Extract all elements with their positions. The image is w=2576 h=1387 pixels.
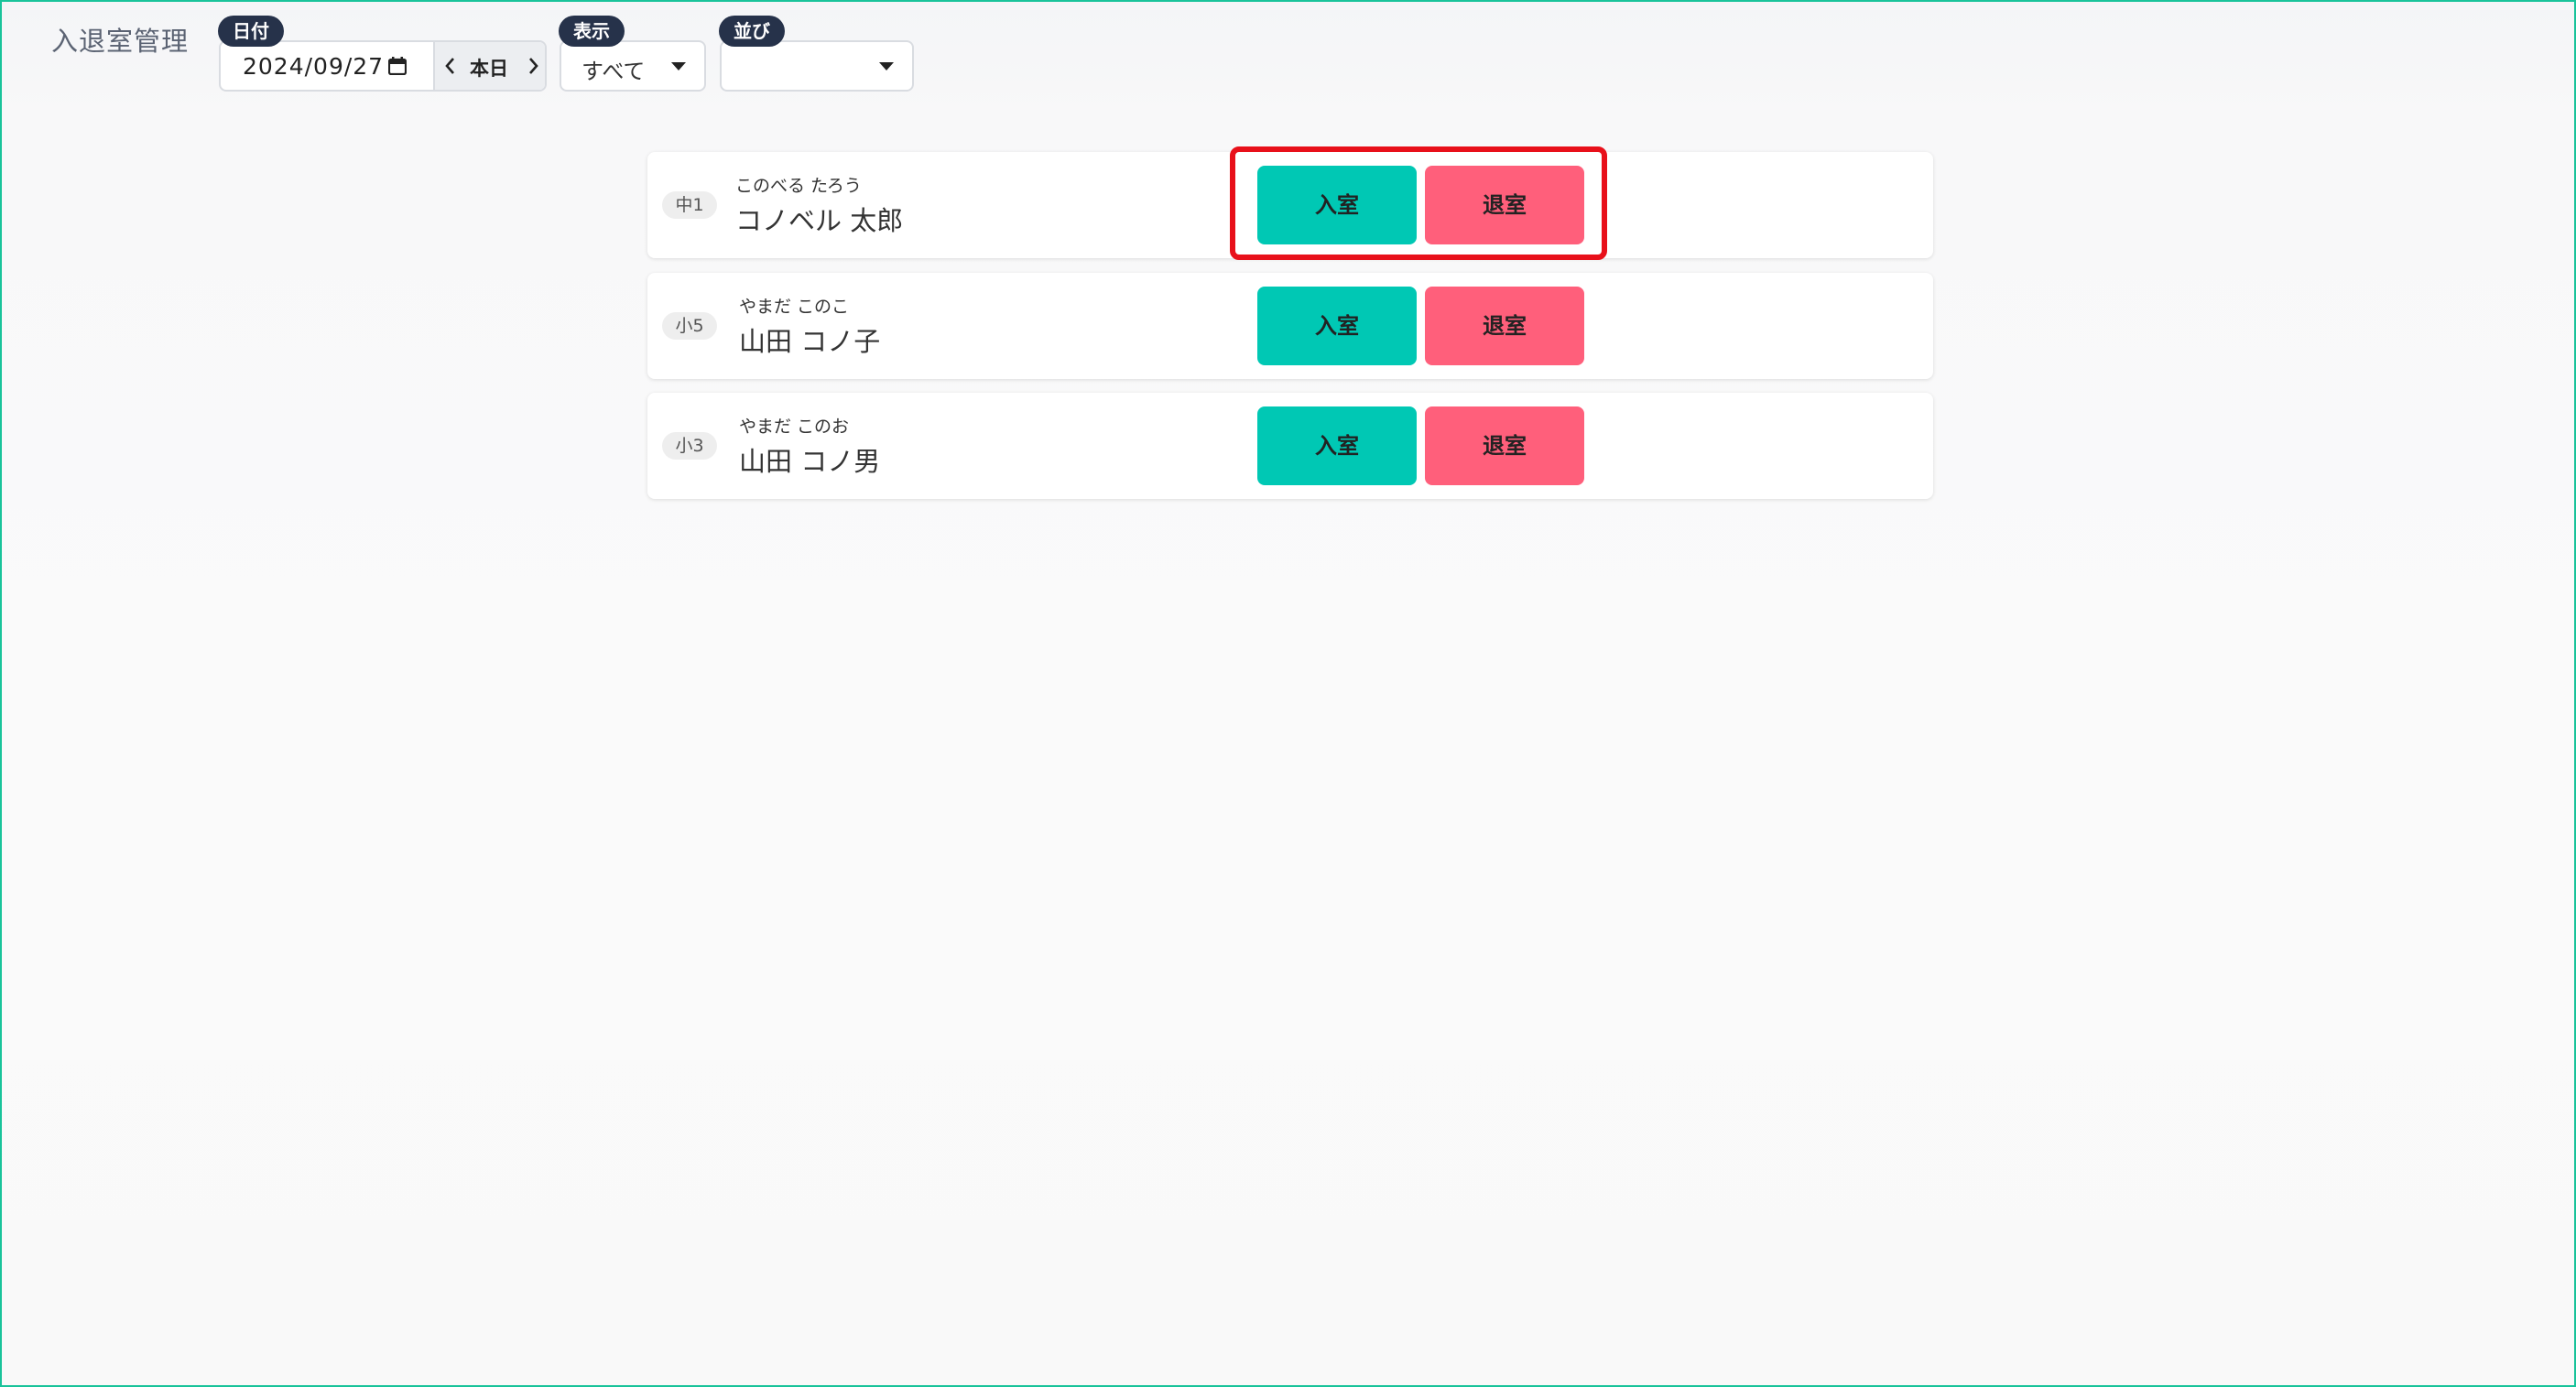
grade-badge: 小5 [662,312,717,340]
caret-down-icon [879,62,894,70]
today-navigator: 本日 [433,42,545,90]
student-name: コノベル 太郎 [735,205,904,236]
exit-button[interactable]: 退室 [1425,166,1584,244]
sort-filter-label: 並び [719,16,785,47]
page-title: 入退室管理 [51,26,190,57]
calendar-icon[interactable] [387,57,408,76]
chevron-right-icon[interactable] [523,54,543,78]
student-card: 中1 このべる たろう コノベル 太郎 入室 退室 [647,152,1933,258]
caret-down-icon [671,62,686,70]
grade-badge: 中1 [662,191,717,219]
student-card: 小3 やまだ このお 山田 コノ男 入室 退室 [647,393,1933,499]
enter-button[interactable]: 入室 [1257,287,1417,365]
date-input[interactable]: 2024/09/27 [243,53,384,80]
today-button[interactable]: 本日 [470,54,508,81]
enter-button[interactable]: 入室 [1257,406,1417,485]
app-frame: 入退室管理 日付 2024/09/27 本日 表示 すべて 並び 中1 このべる… [0,0,2576,1387]
student-card: 小5 やまだ このこ 山田 コノ子 入室 退室 [647,273,1933,379]
grade-badge: 小3 [662,432,717,460]
date-filter-label: 日付 [218,16,284,47]
date-filter: 2024/09/27 本日 [219,40,547,92]
student-name: 山田 コノ子 [739,326,881,357]
exit-button[interactable]: 退室 [1425,287,1584,365]
student-name: 山田 コノ男 [739,446,881,477]
student-kana: このべる たろう [735,176,862,196]
show-select-value: すべて [582,59,646,84]
exit-button[interactable]: 退室 [1425,406,1584,485]
show-select[interactable]: すべて [560,40,706,92]
sort-select[interactable] [720,40,914,92]
enter-button[interactable]: 入室 [1257,166,1417,244]
student-kana: やまだ このこ [739,297,850,317]
chevron-left-icon[interactable] [440,54,461,78]
student-kana: やまだ このお [739,417,850,437]
show-filter-label: 表示 [559,16,625,47]
